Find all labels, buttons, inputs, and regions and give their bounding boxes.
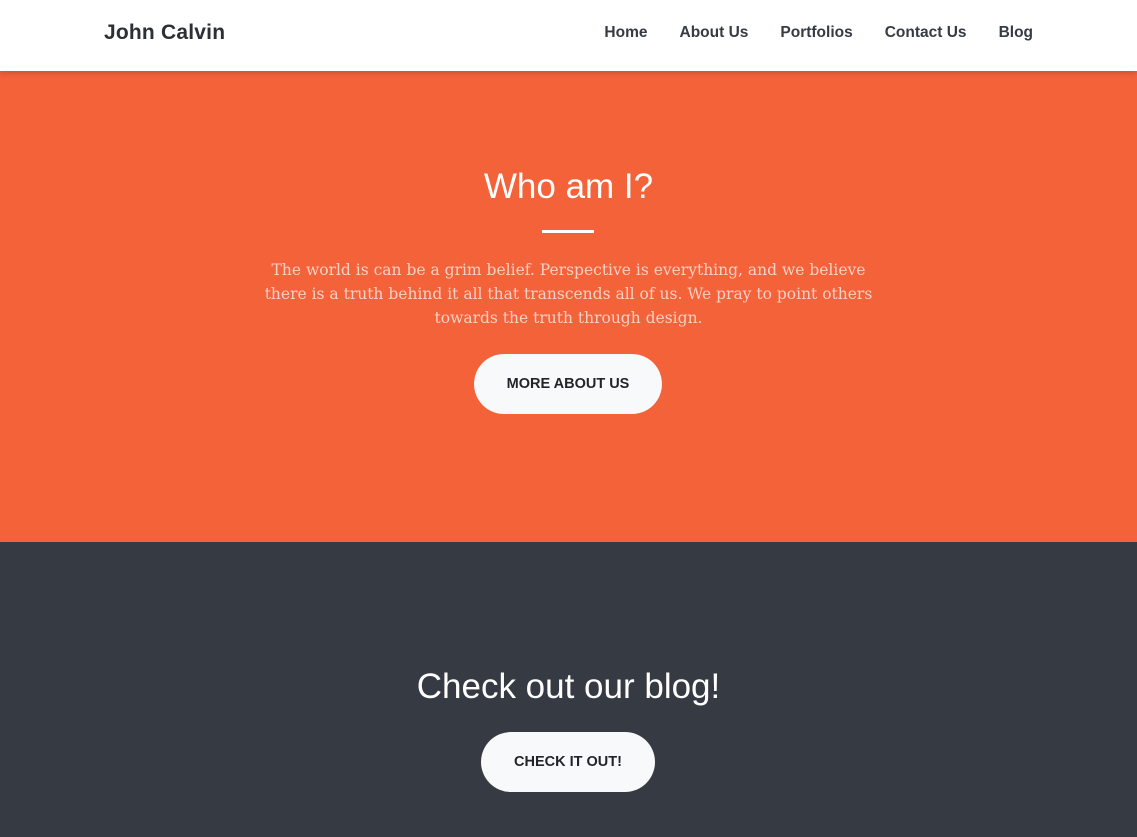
blog-title: Check out our blog! [416, 667, 721, 706]
nav-link-home[interactable]: Home [604, 24, 647, 42]
about-divider [542, 230, 594, 233]
brand-link[interactable]: John Calvin [104, 21, 225, 45]
nav-links: Home About Us Portfolios Contact Us Blog [604, 24, 1033, 42]
nav-link-about-us[interactable]: About Us [680, 24, 749, 42]
about-section: Who am I? The world is can be a grim bel… [0, 71, 1137, 542]
nav-link-blog[interactable]: Blog [999, 24, 1033, 42]
check-it-out-button[interactable]: Check it out! [481, 732, 655, 792]
nav-link-portfolios[interactable]: Portfolios [780, 24, 852, 42]
nav-link-contact-us[interactable]: Contact Us [885, 24, 967, 42]
top-navbar: John Calvin Home About Us Portfolios Con… [0, 0, 1137, 71]
blog-section: Check out our blog! Check it out! [0, 542, 1137, 837]
about-title: Who am I? [483, 167, 654, 206]
about-text: The world is can be a grim belief. Persp… [264, 261, 873, 327]
more-about-us-button[interactable]: More About Us [474, 354, 662, 414]
